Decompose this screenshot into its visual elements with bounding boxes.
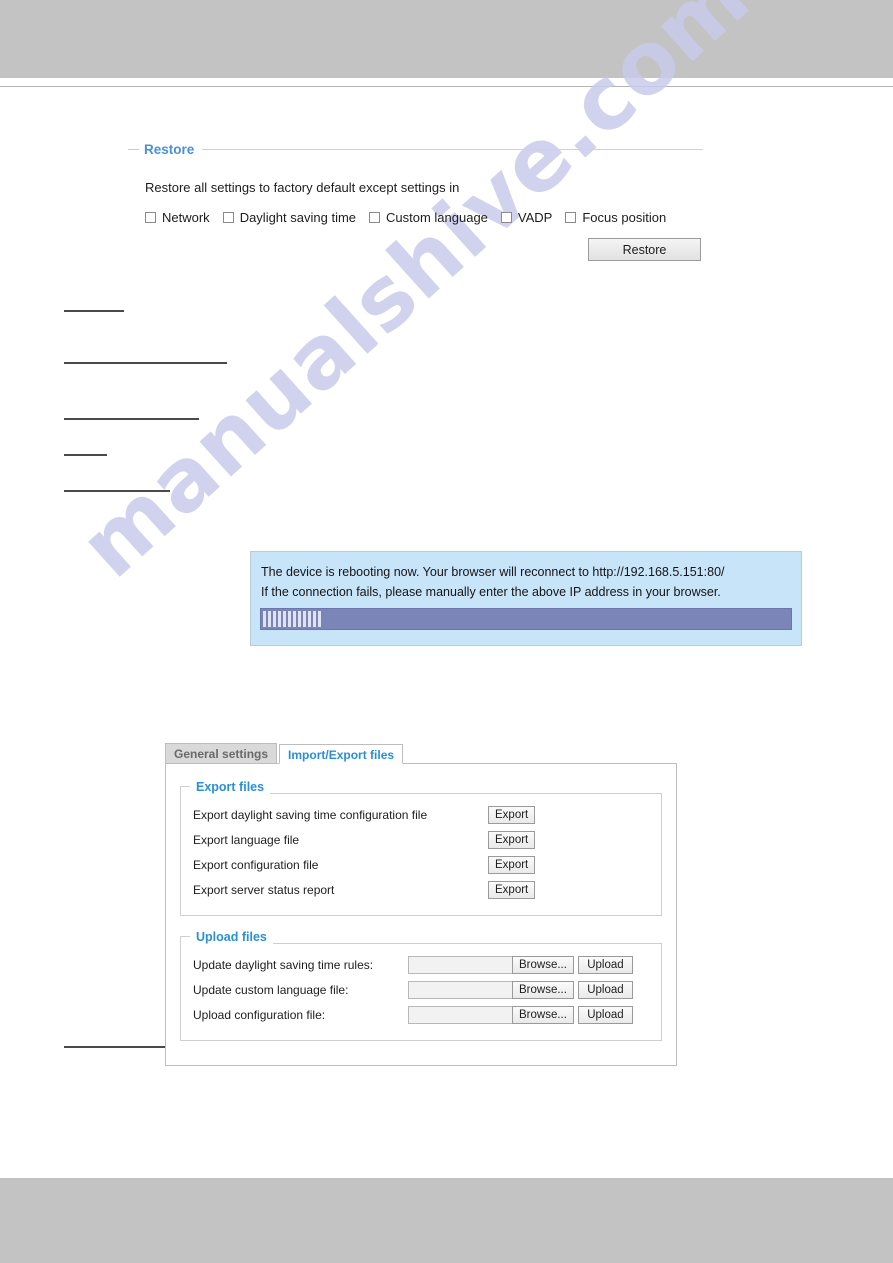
page-header-band	[0, 0, 893, 78]
export-row-server-status-report: Export server status report Export	[193, 878, 649, 902]
redaction-line	[64, 310, 124, 312]
checkbox-item-vadp[interactable]: VADP	[500, 210, 553, 225]
export-label-daylight-saving-time: Export daylight saving time configuratio…	[193, 808, 428, 822]
restore-legend: Restore	[128, 140, 703, 158]
legend-dash	[128, 148, 139, 150]
redaction-line	[64, 418, 199, 420]
redaction-line	[64, 362, 227, 364]
file-path-input-daylight-saving-rules[interactable]	[408, 956, 512, 974]
upload-files-body: Update daylight saving time rules: Brows…	[180, 943, 662, 1041]
legend-rule	[202, 148, 703, 150]
reboot-progress-bar	[260, 608, 792, 630]
checkbox-label-focus-position: Focus position	[582, 210, 667, 225]
checkbox-item-focus-position[interactable]: Focus position	[565, 210, 666, 225]
upload-files-fieldset: Upload files Update daylight saving time…	[180, 930, 662, 1041]
file-input-group-configuration-file: Browse... Upload	[408, 1006, 633, 1024]
upload-files-legend: Upload files	[180, 930, 662, 944]
page-footer-band	[0, 1178, 893, 1263]
watermark-text: manualshive.com	[61, 0, 769, 598]
export-button-server-status-report[interactable]: Export	[488, 881, 536, 899]
fieldset-corner	[180, 936, 190, 944]
export-files-fieldset: Export files Export daylight saving time…	[180, 780, 662, 916]
file-input-group-custom-language-file: Browse... Upload	[408, 981, 633, 999]
import-export-panel: Export files Export daylight saving time…	[165, 763, 677, 1066]
file-path-input-custom-language-file[interactable]	[408, 981, 512, 999]
export-button-daylight-saving-time[interactable]: Export	[488, 806, 536, 824]
export-button-language-file[interactable]: Export	[488, 831, 536, 849]
restore-button[interactable]: Restore	[588, 238, 701, 261]
restore-description: Restore all settings to factory default …	[145, 180, 460, 195]
export-row-configuration-file: Export configuration file Export	[193, 853, 649, 877]
restore-button-row: Restore	[128, 238, 703, 261]
checkbox-box-vadp[interactable]	[500, 212, 512, 223]
checkbox-label-daylight-saving-time: Daylight saving time	[239, 210, 357, 225]
upload-files-legend-label: Upload files	[196, 930, 267, 944]
export-row-language-file: Export language file Export	[193, 828, 649, 852]
restore-section: Restore Restore all settings to factory …	[128, 140, 703, 261]
reboot-message-line-1: The device is rebooting now. Your browse…	[261, 565, 725, 579]
file-input-group-daylight-saving-rules: Browse... Upload	[408, 956, 633, 974]
tab-general-settings[interactable]: General settings	[165, 743, 278, 763]
checkbox-label-custom-language: Custom language	[386, 210, 488, 225]
upload-row-daylight-saving-rules: Update daylight saving time rules: Brows…	[193, 953, 649, 977]
reboot-progress-fill	[263, 611, 321, 627]
tab-strip: General settings Import/Export files	[165, 741, 677, 764]
browse-button-custom-language-file[interactable]: Browse...	[512, 981, 574, 999]
file-path-input-configuration-file[interactable]	[408, 1006, 512, 1024]
page-header-rule	[0, 86, 893, 87]
fieldset-rule	[272, 943, 662, 944]
upload-row-configuration-file: Upload configuration file: Browse... Upl…	[193, 1003, 649, 1027]
watermark: manualshive.com	[62, 0, 795, 760]
checkbox-item-custom-language[interactable]: Custom language	[369, 210, 488, 225]
checkbox-box-daylight-saving-time[interactable]	[222, 212, 234, 223]
checkbox-item-network[interactable]: Network	[145, 210, 210, 225]
checkbox-label-network: Network	[162, 210, 210, 225]
upload-label-daylight-saving-rules: Update daylight saving time rules:	[193, 958, 374, 972]
fieldset-rule	[270, 793, 662, 794]
import-export-panel-wrap: General settings Import/Export files Exp…	[165, 741, 677, 1066]
reboot-message-line-2: If the connection fails, please manually…	[261, 585, 721, 599]
checkbox-box-network[interactable]	[145, 212, 156, 223]
export-label-server-status-report: Export server status report	[193, 883, 335, 897]
checkbox-item-daylight-saving-time[interactable]: Daylight saving time	[222, 210, 357, 225]
export-files-legend: Export files	[180, 780, 662, 794]
upload-button-custom-language-file[interactable]: Upload	[577, 981, 633, 999]
export-files-legend-label: Export files	[196, 780, 265, 794]
browse-button-configuration-file[interactable]: Browse...	[512, 1006, 574, 1024]
redaction-line	[64, 454, 107, 456]
browse-button-daylight-saving-rules[interactable]: Browse...	[512, 956, 574, 974]
tab-import-export-files[interactable]: Import/Export files	[279, 744, 404, 764]
fieldset-corner	[180, 786, 190, 794]
export-label-language-file: Export language file	[193, 833, 300, 847]
redaction-line	[64, 490, 170, 492]
export-row-daylight-saving-time: Export daylight saving time configuratio…	[193, 803, 649, 827]
export-button-configuration-file[interactable]: Export	[488, 856, 536, 874]
checkbox-box-custom-language[interactable]	[369, 212, 381, 223]
upload-button-daylight-saving-rules[interactable]: Upload	[577, 956, 633, 974]
upload-button-configuration-file[interactable]: Upload	[577, 1006, 633, 1024]
upload-label-configuration-file: Upload configuration file:	[193, 1008, 326, 1022]
upload-row-custom-language-file: Update custom language file: Browse... U…	[193, 978, 649, 1002]
export-label-configuration-file: Export configuration file	[193, 858, 319, 872]
restore-legend-label: Restore	[144, 141, 195, 157]
checkbox-label-vadp: VADP	[517, 210, 553, 225]
export-files-body: Export daylight saving time configuratio…	[180, 793, 662, 916]
checkbox-box-focus-position[interactable]	[565, 212, 577, 223]
upload-label-custom-language-file: Update custom language file:	[193, 983, 349, 997]
reboot-dialog: The device is rebooting now. Your browse…	[250, 551, 802, 646]
restore-exceptions-group: Network Daylight saving time Custom lang…	[145, 210, 703, 225]
